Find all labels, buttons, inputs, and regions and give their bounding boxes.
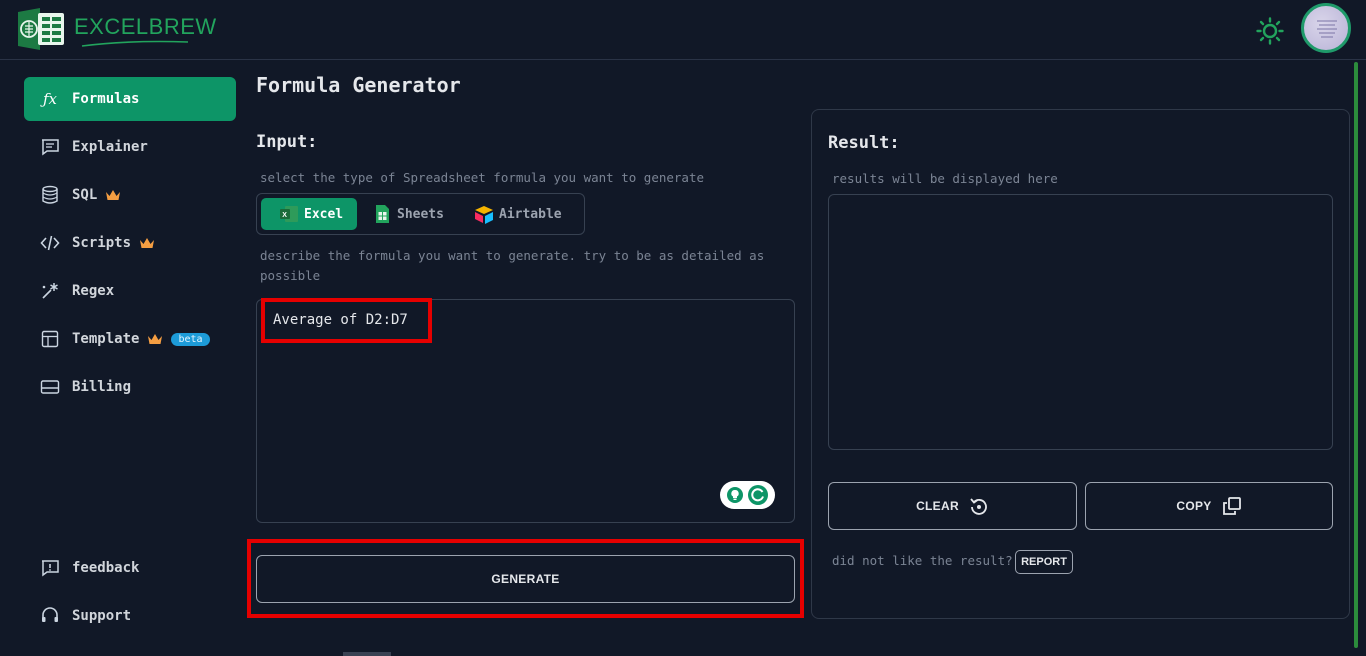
describe-hint-line-2: possible xyxy=(260,268,321,283)
type-sheets-button[interactable]: Sheets xyxy=(371,198,461,230)
formula-prompt-textarea[interactable]: Average of D2:D7 xyxy=(256,299,795,523)
sidebar-item-label: Billing xyxy=(72,379,132,395)
page-scrollbar[interactable] xyxy=(1354,62,1358,648)
page-title: Formula Generator xyxy=(256,73,461,97)
table-icon xyxy=(41,330,59,348)
sidebar-item-regex[interactable]: Regex xyxy=(24,269,236,313)
sidebar-item-formulas[interactable]: ƒx Formulas xyxy=(24,77,236,121)
sidebar-item-sql[interactable]: SQL xyxy=(24,173,236,217)
database-icon xyxy=(42,185,58,204)
sidebar-item-support[interactable]: Support xyxy=(24,594,236,638)
bottom-scroll-handle xyxy=(343,652,391,656)
sidebar-nav: ƒx Formulas Explainer SQL Scripts Regex … xyxy=(24,77,236,413)
clear-label: CLEAR xyxy=(916,499,959,513)
crown-icon xyxy=(106,190,121,200)
result-placeholder: results will be displayed here xyxy=(832,171,1058,186)
crown-icon xyxy=(148,334,163,344)
card-icon xyxy=(40,380,60,394)
lightbulb-icon xyxy=(726,487,743,503)
sidebar-item-label: Formulas xyxy=(72,91,140,107)
feedback-icon xyxy=(42,560,59,577)
type-sheets-label: Sheets xyxy=(397,206,444,222)
logo-swoosh-icon xyxy=(81,40,189,47)
feedback-text: did not like the result? xyxy=(832,553,1013,568)
sidebar-item-label: Explainer xyxy=(72,139,148,155)
sidebar-item-label: feedback xyxy=(72,560,140,576)
type-airtable-label: Airtable xyxy=(499,206,562,222)
sidebar-item-billing[interactable]: Billing xyxy=(24,365,236,409)
user-avatar[interactable] xyxy=(1301,3,1351,53)
crown-icon xyxy=(140,238,155,248)
beta-badge: beta xyxy=(171,332,210,346)
clear-button[interactable]: CLEAR xyxy=(828,482,1077,530)
report-button[interactable]: REPORT xyxy=(1015,550,1073,574)
sidebar-item-label: Template xyxy=(72,331,140,347)
generate-button[interactable]: GENERATE xyxy=(256,555,795,603)
airtable-icon xyxy=(475,206,493,224)
avatar-image-icon xyxy=(1317,20,1337,38)
sun-icon[interactable] xyxy=(1256,17,1284,45)
type-excel-label: Excel xyxy=(304,206,344,222)
type-hint: select the type of Spreadsheet formula y… xyxy=(260,170,705,185)
result-output-area[interactable] xyxy=(828,194,1333,450)
sidebar-bottom-nav: feedback Support xyxy=(24,546,236,642)
sidebar-item-template[interactable]: Template beta xyxy=(24,317,236,361)
copy-icon xyxy=(1222,497,1241,515)
sheets-icon xyxy=(376,205,389,223)
function-icon: ƒx xyxy=(42,90,57,108)
describe-hint-line-1: describe the formula you want to generat… xyxy=(260,248,765,263)
sidebar-item-label: Scripts xyxy=(72,235,132,251)
logo[interactable]: EXCELBREW xyxy=(16,6,217,52)
svg-text:X: X xyxy=(282,212,287,219)
sidebar-item-explainer[interactable]: Explainer xyxy=(24,125,236,169)
prompt-value: Average of D2:D7 xyxy=(273,312,408,328)
sidebar-item-label: SQL xyxy=(72,187,98,203)
code-icon xyxy=(40,235,60,251)
type-airtable-button[interactable]: Airtable xyxy=(473,198,581,230)
report-label: REPORT xyxy=(1021,556,1067,568)
copy-label: COPY xyxy=(1176,499,1212,513)
sidebar-item-feedback[interactable]: feedback xyxy=(24,546,236,590)
type-excel-button[interactable]: X Excel xyxy=(261,198,357,230)
input-label: Input: xyxy=(256,132,318,152)
grammar-assistant-widget[interactable] xyxy=(720,481,775,509)
reset-icon xyxy=(970,498,987,515)
sidebar-item-label: Regex xyxy=(72,283,115,299)
excel-icon: X xyxy=(280,206,298,222)
headset-icon xyxy=(42,607,58,622)
logo-text: EXCELBREW xyxy=(74,14,217,47)
regex-icon xyxy=(42,283,58,299)
result-label: Result: xyxy=(828,133,900,153)
grammar-check-icon xyxy=(748,485,769,505)
describe-hint: describe the formula you want to generat… xyxy=(260,246,764,286)
sidebar-item-label: Support xyxy=(72,608,132,624)
excelbrew-logo-icon xyxy=(18,8,64,50)
copy-button[interactable]: COPY xyxy=(1085,482,1333,530)
generate-label: GENERATE xyxy=(491,572,560,586)
chat-icon xyxy=(42,139,59,156)
sidebar-item-scripts[interactable]: Scripts xyxy=(24,221,236,265)
formula-type-selector: X Excel Sheets Airtable xyxy=(256,193,585,235)
app-header: EXCELBREW xyxy=(0,0,1366,60)
